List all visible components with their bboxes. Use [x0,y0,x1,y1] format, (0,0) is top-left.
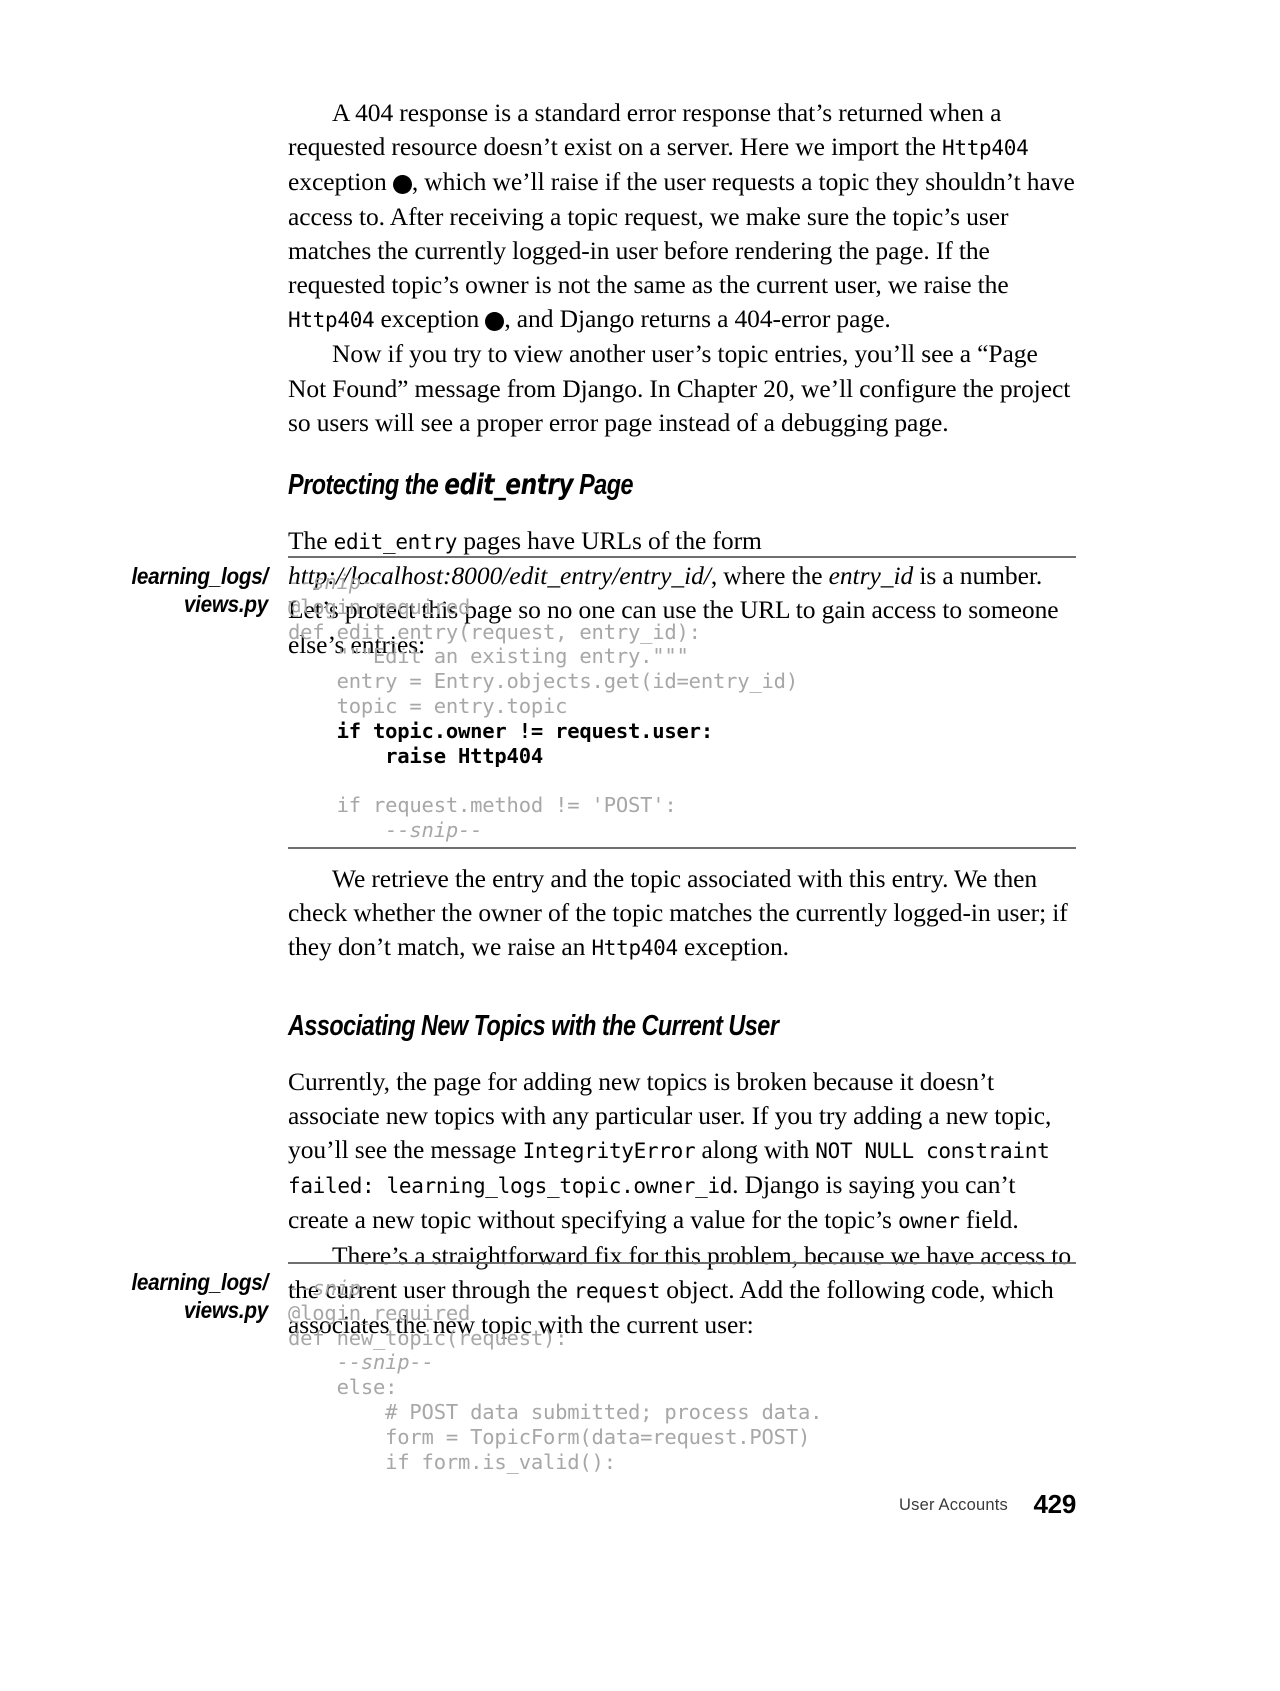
inline-code-http404-3: Http404 [591,936,678,961]
code-line: @login_required [288,594,471,619]
text-run: field. [959,1205,1019,1235]
heading-associating-new-topics: Associating New Topics with the Current … [288,1009,779,1042]
paragraph-we-retrieve-entry: We retrieve the entry and the topic asso… [288,862,1076,966]
text-run: The [288,526,334,556]
running-head: User Accounts [899,1496,1008,1514]
code-line: @login_required [288,1300,471,1325]
heading-protecting-edit-entry: Protecting the edit_entry Page [288,468,934,502]
file-label-line: learning_logs/ [131,1269,268,1295]
file-label-listing-1: learning_logs/ views.py [96,562,268,618]
code-line: form = TopicForm(data=request.POST) [288,1424,811,1449]
code-line: if request.method != 'POST': [288,793,677,818]
listing-rule-bottom [288,846,1076,849]
file-label-line: views.py [183,591,268,617]
heading-text: Page [573,469,634,502]
inline-code-http404-2: Http404 [288,308,375,333]
code-block-edit-entry: --snip-- @login_required def edit_entry(… [288,558,1076,847]
code-line: if form.is_valid(): [288,1449,616,1474]
paragraph-page-not-found: Now if you try to view another user’s to… [288,339,1071,437]
heading-text: Protecting the [288,469,445,502]
code-block-new-topic: --snip-- @login_required def new_topic(r… [288,1264,1076,1478]
code-line: def edit_entry(request, entry_id): [288,619,701,644]
inline-code-http404-1: Http404 [942,136,1029,161]
code-line: --snip-- [288,817,483,842]
text-run: pages have URLs of the form [457,526,762,556]
code-listing-1: --snip-- @login_required def edit_entry(… [288,556,1076,849]
code-line: # POST data submitted; process data. [288,1399,823,1424]
paragraph-404-response: A 404 response is a standard error respo… [288,96,1076,337]
code-line: --snip-- [288,570,386,594]
text-run: exception [288,167,393,197]
code-line: --snip-- [288,1276,386,1300]
file-label-line: views.py [183,1297,268,1323]
code-line: """Edit an existing entry.""" [288,644,689,669]
paragraph-integrity-error: Currently, the page for adding new topic… [288,1065,1076,1239]
page-number: 429 [1033,1489,1077,1519]
inline-code-edit-entry: edit_entry [333,530,458,555]
code-line: entry = Entry.objects.get(id=entry_id) [288,669,799,694]
code-lines: --snip-- @login_required def new_topic(r… [288,1276,822,1474]
text-run: exception [374,304,486,334]
text-run: along with [695,1135,816,1165]
code-lines: --snip-- @login_required def edit_entry(… [288,570,798,842]
code-line: raise Http404 [288,743,543,768]
code-line: topic = entry.topic [288,693,568,718]
callout-marker-2: ❷ [485,312,541,332]
code-line: else: [288,1375,398,1400]
file-label-line: learning_logs/ [131,563,268,589]
inline-code-integrityerror: IntegrityError [522,1139,696,1164]
text-run: , and Django returns a 404-error page. [504,304,891,334]
file-label-listing-2: learning_logs/ views.py [96,1268,268,1324]
page-footer: User Accounts 429 [288,1489,1076,1521]
heading-inline-code: edit_entry [444,468,574,502]
code-line: --snip-- [288,1350,434,1375]
code-listing-2: --snip-- @login_required def new_topic(r… [288,1262,1076,1478]
text-run: exception. [677,932,789,962]
code-line: if topic.owner != request.user: [288,718,714,743]
code-line: def new_topic(request): [288,1325,568,1350]
book-page: A 404 response is a standard error respo… [0,0,1280,1691]
callout-marker-1: ❶ [392,175,448,195]
inline-code-owner: owner [898,1209,960,1234]
text-run: A 404 response is a standard error respo… [288,98,1002,162]
